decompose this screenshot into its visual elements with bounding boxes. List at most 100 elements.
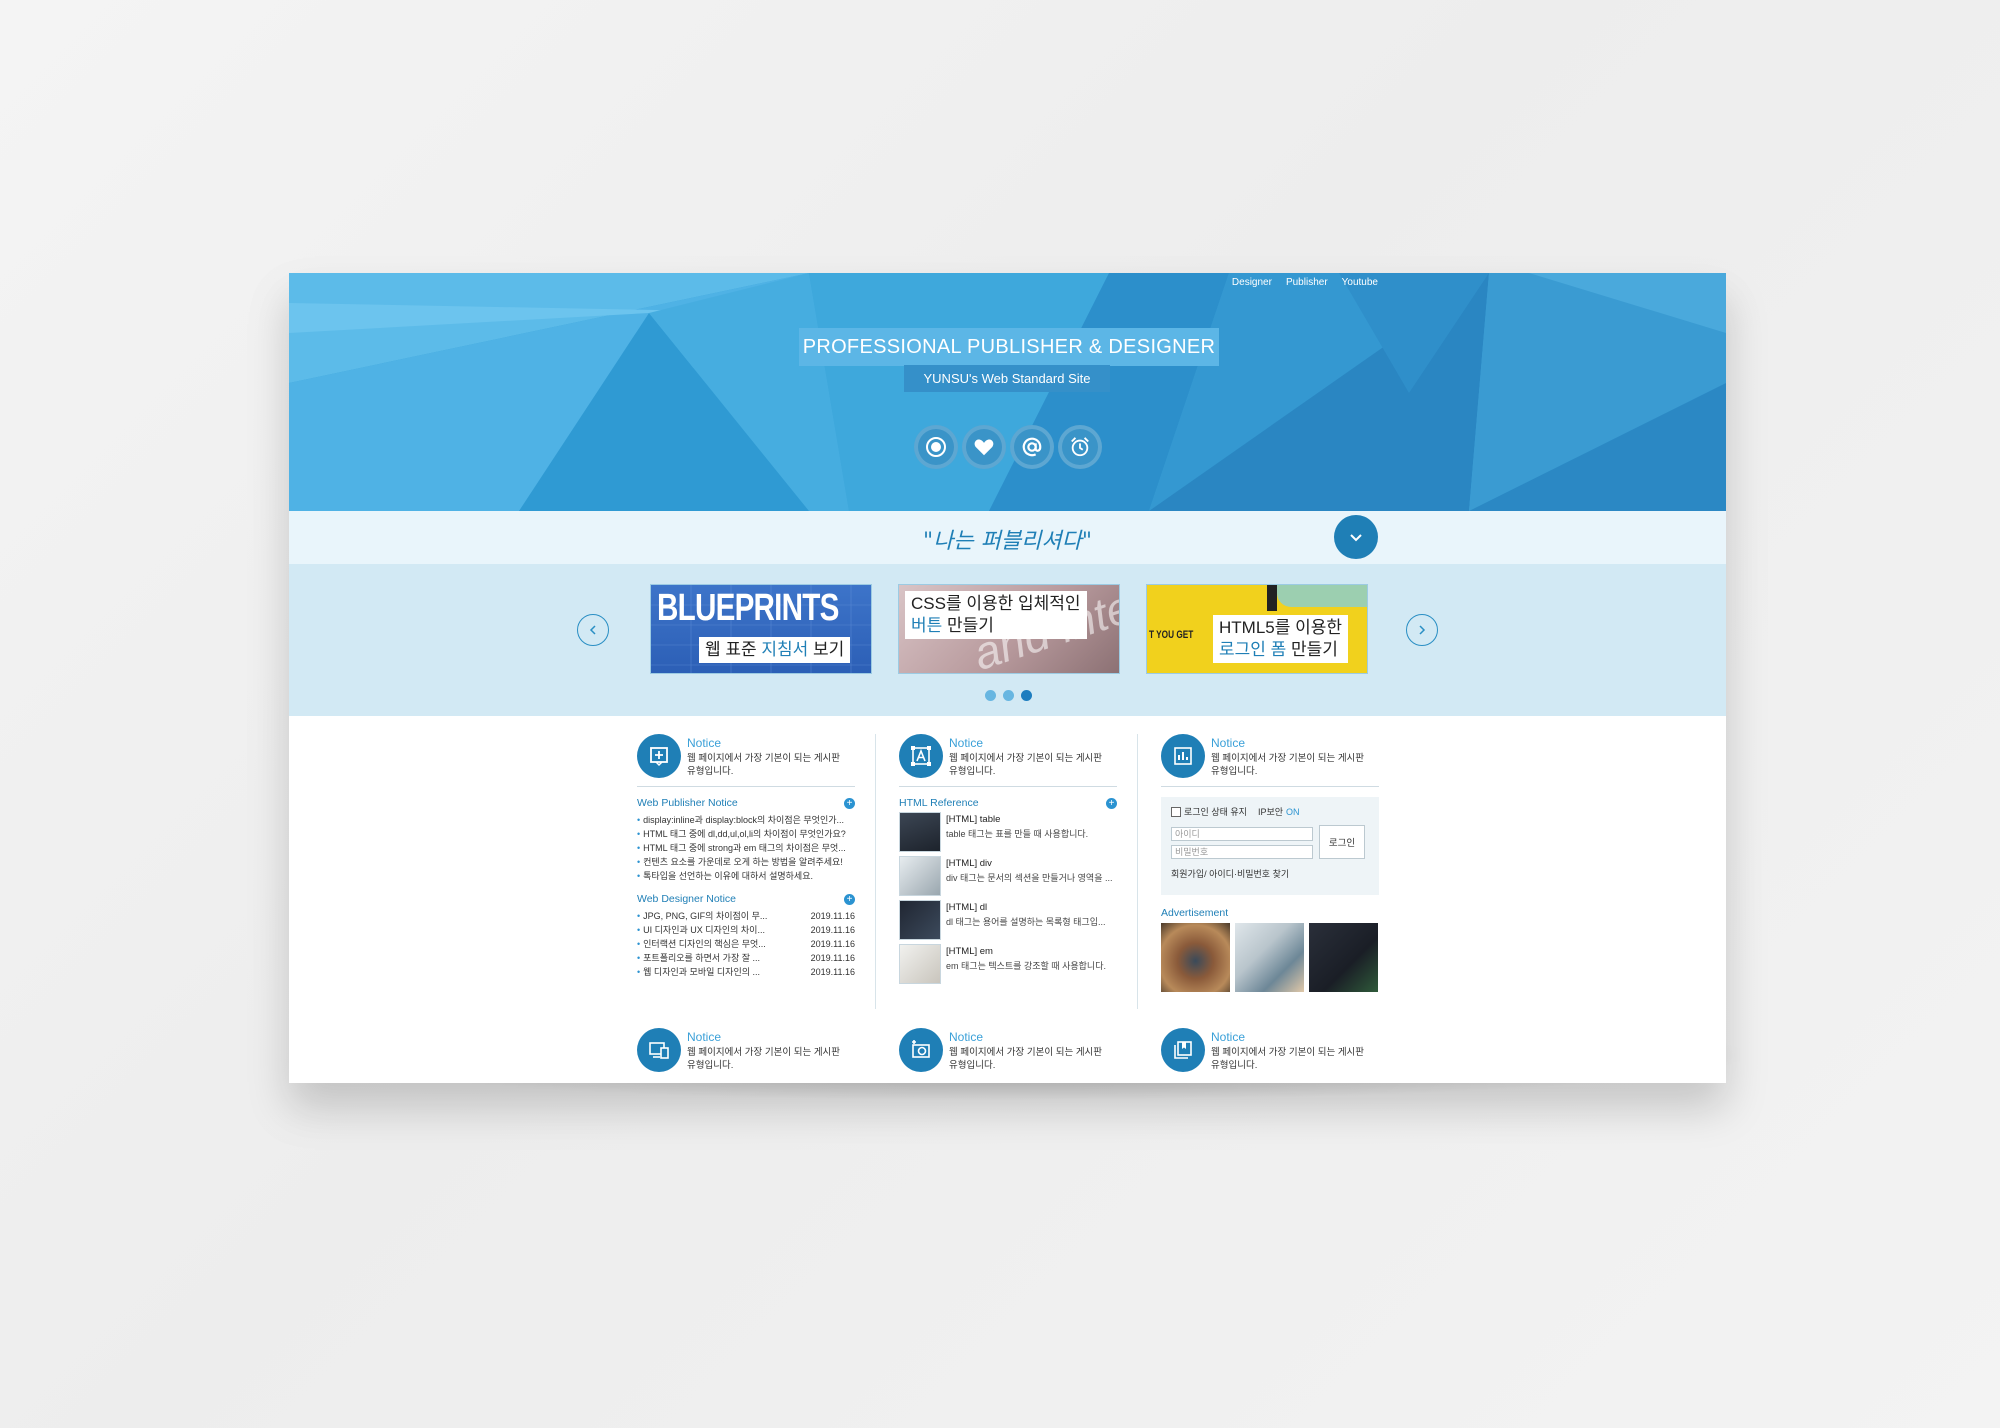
- hero-icon-buttons: [914, 425, 1102, 469]
- column-login: Notice 웹 페이지에서 가장 기본이 되는 게시판 유형입니다. 로그인 상…: [1161, 734, 1379, 992]
- chevron-left-icon: [589, 625, 596, 635]
- target-icon[interactable]: [914, 425, 958, 469]
- column-reference: Notice 웹 페이지에서 가장 기본이 되는 게시판 유형입니다. HTML …: [899, 734, 1117, 985]
- chevron-right-icon: [1419, 625, 1426, 635]
- notice-desc: 웹 페이지에서 가장 기본이 되는 게시판 유형입니다.: [1211, 1047, 1365, 1071]
- list-item[interactable]: • 톡타입을 선언하는 이유에 대하서 설명하세요.: [637, 869, 855, 883]
- slider-dot-3[interactable]: [1021, 690, 1032, 701]
- reference-item[interactable]: [HTML] dl dl 태그는 용어를 설명하는 목록형 태그입...: [899, 900, 1117, 941]
- keep-login-checkbox[interactable]: [1171, 806, 1181, 817]
- slider-prev-button[interactable]: [577, 614, 609, 646]
- slide-css-button[interactable]: and inte CSS를 이용한 입체적인버튼 만들기: [898, 584, 1120, 674]
- column-divider: [1137, 734, 1138, 1009]
- designer-notice-header: Web Designer Notice +: [637, 893, 855, 905]
- library-icon: [1161, 1028, 1205, 1072]
- hero-title: PROFESSIONAL PUBLISHER & DESIGNER: [802, 335, 1216, 358]
- slider-pagination: [985, 690, 1032, 701]
- signup-find-link[interactable]: 회원가입/ 아이디·비밀번호 찾기: [1171, 867, 1289, 880]
- advertisement-header: Advertisement: [1161, 907, 1379, 919]
- notice-title[interactable]: Notice: [1211, 1030, 1364, 1044]
- id-input[interactable]: 아이디: [1171, 827, 1313, 841]
- reference-thumbnail: [899, 944, 941, 984]
- reference-item[interactable]: [HTML] em em 태그는 텍스트를 강조할 때 사용합니다.: [899, 944, 1117, 985]
- list-item[interactable]: • display:inline과 display:block의 차이점은 무엇인…: [637, 813, 855, 827]
- ip-security-toggle[interactable]: ON: [1286, 807, 1300, 817]
- hero-subtitle: YUNSU's Web Standard Site: [923, 371, 1091, 386]
- at-icon[interactable]: [1010, 425, 1054, 469]
- notice-desc: 웹 페이지에서 가장 기본이 되는 게시판 유형입니다.: [949, 753, 1103, 777]
- reference-item[interactable]: [HTML] div div 태그는 문서의 섹션을 만들거나 영역을 ...: [899, 856, 1117, 897]
- reference-desc: div 태그는 문서의 섹션을 만들거나 영역을 ...: [946, 873, 1113, 883]
- plus-icon[interactable]: +: [844, 893, 855, 905]
- reference-desc: dl 태그는 용어를 설명하는 목록형 태그입...: [946, 917, 1106, 927]
- heart-icon[interactable]: [962, 425, 1006, 469]
- plus-icon[interactable]: +: [1106, 797, 1117, 809]
- column-publisher: Notice 웹 페이지에서 가장 기본이 되는 게시판 유형입니다. Web P…: [637, 734, 855, 979]
- notice-title[interactable]: Notice: [1211, 736, 1364, 750]
- slide-1-caption: 웹 표준 지침서 보기: [699, 637, 851, 663]
- ip-security-label: IP보안: [1257, 807, 1284, 817]
- reference-title: [HTML] div: [946, 858, 992, 869]
- slide-html5-login[interactable]: T YOU GET HTML5를 이용한 로그인 폼 만들기: [1146, 584, 1368, 674]
- login-button[interactable]: 로그인: [1319, 825, 1365, 859]
- notice-desc: 웹 페이지에서 가장 기본이 되는 게시판 유형입니다.: [687, 1047, 841, 1071]
- column-divider: [875, 734, 876, 1009]
- reference-thumbnail: [899, 900, 941, 940]
- nav-publisher[interactable]: Publisher: [1286, 277, 1328, 288]
- list-item[interactable]: • 컨텐츠 요소를 가운데로 오게 하는 방법을 알려주세요!: [637, 855, 855, 869]
- slide-blueprints[interactable]: BLUEPRINTS 웹 표준 지침서 보기: [650, 584, 872, 674]
- list-item[interactable]: • 인터랙션 디자인의 핵심은 무엇... 2019.11.16: [637, 937, 855, 951]
- notice-desc: 웹 페이지에서 가장 기본이 되는 게시판 유형입니다.: [1211, 753, 1365, 777]
- notice-header: Notice 웹 페이지에서 가장 기본이 되는 게시판 유형입니다.: [899, 1028, 1117, 1080]
- nav-youtube[interactable]: Youtube: [1342, 277, 1378, 288]
- notice-header: Notice 웹 페이지에서 가장 기본이 되는 게시판 유형입니다.: [1161, 734, 1379, 787]
- slider-dot-2[interactable]: [1003, 690, 1014, 701]
- column-bottom-3: Notice 웹 페이지에서 가장 기본이 되는 게시판 유형입니다.: [1161, 1028, 1379, 1080]
- notice-title[interactable]: Notice: [949, 1030, 1102, 1044]
- slide-3-caption: HTML5를 이용한 로그인 폼 만들기: [1213, 615, 1349, 663]
- publisher-notice-title[interactable]: Web Publisher Notice: [637, 797, 738, 809]
- reference-item[interactable]: [HTML] table table 태그는 표를 만들 때 사용합니다.: [899, 812, 1117, 853]
- website-mockup: Designer Publisher Youtube PROFESSIONAL …: [289, 273, 1726, 1083]
- slide-1-banner: BLUEPRINTS: [657, 587, 839, 629]
- nav-designer[interactable]: Designer: [1232, 277, 1272, 288]
- ad-image[interactable]: [1161, 923, 1230, 992]
- alarm-icon[interactable]: [1058, 425, 1102, 469]
- reference-title: [HTML] table: [946, 814, 1001, 825]
- scroll-down-button[interactable]: [1334, 515, 1378, 559]
- list-item[interactable]: • 웹 디자인과 모바일 디자인의 ... 2019.11.16: [637, 965, 855, 979]
- notice-desc: 웹 페이지에서 가장 기본이 되는 게시판 유형입니다.: [687, 753, 841, 777]
- ad-image[interactable]: [1309, 923, 1378, 992]
- login-box: 로그인 상태 유지 IP보안 ON 아이디 비밀번호 로그인 회원가입/ 아이디…: [1161, 797, 1379, 895]
- notice-title[interactable]: Notice: [949, 736, 1102, 750]
- advertisement-images: [1161, 923, 1379, 992]
- designer-notice-title[interactable]: Web Designer Notice: [637, 893, 736, 905]
- top-nav: Designer Publisher Youtube: [1232, 277, 1378, 288]
- notice-header: Notice 웹 페이지에서 가장 기본이 되는 게시판 유형입니다.: [1161, 1028, 1379, 1080]
- password-input[interactable]: 비밀번호: [1171, 845, 1313, 859]
- slide-3-decor-bar: [1267, 585, 1277, 611]
- html-reference-header: HTML Reference +: [899, 797, 1117, 809]
- slider-next-button[interactable]: [1406, 614, 1438, 646]
- banner-slider: BLUEPRINTS 웹 표준 지침서 보기 and inte CSS를 이용한…: [289, 564, 1726, 716]
- plus-icon[interactable]: +: [844, 797, 855, 809]
- designer-notice-list: • JPG, PNG, GIF의 차이점이 무... 2019.11.16 • UI …: [637, 909, 855, 979]
- notice-title[interactable]: Notice: [687, 1030, 840, 1044]
- reference-title: [HTML] em: [946, 946, 993, 957]
- ad-image[interactable]: [1235, 923, 1304, 992]
- keep-login-label: 로그인 상태 유지: [1184, 807, 1247, 817]
- slider-dot-1[interactable]: [985, 690, 996, 701]
- list-item[interactable]: • 포트폴리오를 하면서 가장 잘 ... 2019.11.16: [637, 951, 855, 965]
- html-reference-title[interactable]: HTML Reference: [899, 797, 979, 809]
- slogan-text: "나는 퍼블리셔다": [923, 529, 1092, 554]
- advertisement-title: Advertisement: [1161, 907, 1229, 919]
- list-item[interactable]: • JPG, PNG, GIF의 차이점이 무... 2019.11.16: [637, 909, 855, 923]
- list-item[interactable]: • HTML 태그 중에 dl,dd,ul,ol,li의 차이점이 무엇인가요?: [637, 827, 855, 841]
- list-item[interactable]: • UI 디자인과 UX 디자인의 차이... 2019.11.16: [637, 923, 855, 937]
- hero-header: Designer Publisher Youtube PROFESSIONAL …: [289, 273, 1726, 511]
- notice-title[interactable]: Notice: [687, 736, 840, 750]
- publisher-notice-header: Web Publisher Notice +: [637, 797, 855, 809]
- notice-desc: 웹 페이지에서 가장 기본이 되는 게시판 유형입니다.: [949, 1047, 1103, 1071]
- list-item[interactable]: • HTML 태그 중에 strong과 em 태그의 차이점은 무엇...: [637, 841, 855, 855]
- reference-thumbnail: [899, 856, 941, 896]
